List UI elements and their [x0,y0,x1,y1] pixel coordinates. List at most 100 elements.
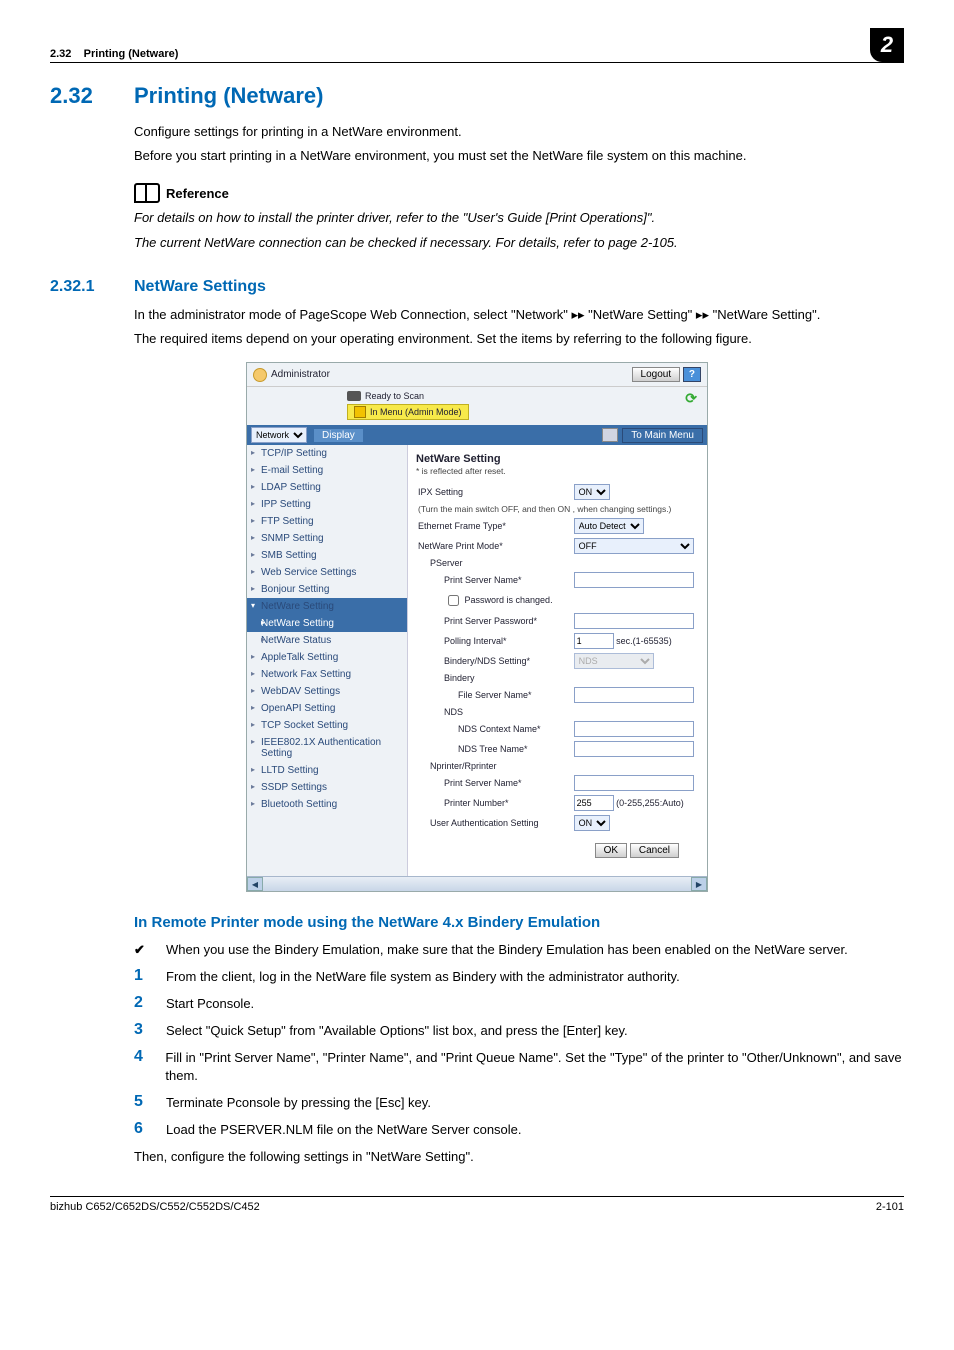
nav-openapi[interactable]: OpenAPI Setting [247,700,407,717]
user-icon [253,368,267,382]
nav-webservice[interactable]: Web Service Settings [247,564,407,581]
hint-polling: sec.(1-65535) [616,636,672,646]
footer-page: 2-101 [876,1201,904,1213]
label-ps-name: Print Server Name* [416,570,572,590]
logout-button[interactable]: Logout [632,367,681,382]
select-user-auth[interactable]: ON [574,815,610,831]
nav-netware-setting[interactable]: NetWare Setting [247,615,407,632]
nav-bluetooth[interactable]: Bluetooth Setting [247,796,407,813]
subsection-heading: 2.32.1 NetWare Settings [50,278,904,296]
to-main-menu-button[interactable]: To Main Menu [622,428,703,443]
reference-label: Reference [166,186,229,201]
input-ps-name2[interactable] [574,775,694,791]
label-user-auth: User Authentication Setting [416,813,572,833]
input-printer-number[interactable] [574,795,614,811]
step-number: 2 [134,995,148,1014]
label-printer-number: Printer Number* [416,793,572,813]
cancel-button[interactable]: Cancel [630,843,679,858]
nav-ieee8021x[interactable]: IEEE802.1X Authentication Setting [247,734,407,762]
hint-printer-number: (0-255,255:Auto) [616,798,684,808]
step-number: 6 [134,1121,148,1140]
step-4-text: Fill in "Print Server Name", "Printer Na… [165,1049,904,1087]
procedure-heading: In Remote Printer mode using the NetWare… [134,914,904,931]
refresh-icon[interactable]: ⟳ [685,390,697,407]
label-ps-name2: Print Server Name* [416,773,572,793]
embedded-screenshot: Administrator Logout ? Ready to Scan In … [246,362,708,892]
nav-smb[interactable]: SMB Setting [247,547,407,564]
label-bindery-nds: Bindery/NDS Setting* [416,651,572,671]
printer-icon [347,391,361,401]
help-button[interactable]: ? [683,367,701,382]
hint-ipx: (Turn the main switch OFF, and then ON ,… [416,502,699,516]
step-1-text: From the client, log in the NetWare file… [166,968,680,987]
sub-intro-p2: The required items depend on your operat… [134,330,904,348]
ok-button[interactable]: OK [595,843,627,858]
precondition-text: When you use the Bindery Emulation, make… [166,941,848,960]
label-print-mode: NetWare Print Mode* [416,536,572,556]
scroll-right-icon[interactable]: ▶ [691,877,707,891]
reference-icon [134,183,160,203]
section-select[interactable]: Network [251,427,307,443]
nav-ftp[interactable]: FTP Setting [247,513,407,530]
section-number: 2.32 [50,83,110,109]
nav-bonjour[interactable]: Bonjour Setting [247,581,407,598]
sidebar-nav: TCP/IP Setting E-mail Setting LDAP Setti… [247,445,408,876]
horizontal-scrollbar[interactable]: ◀ ▶ [247,876,707,891]
select-ipx[interactable]: ON [574,484,610,500]
input-ps-name[interactable] [574,572,694,588]
step-number: 3 [134,1022,148,1041]
nav-tcpsocket[interactable]: TCP Socket Setting [247,717,407,734]
input-ps-password[interactable] [574,613,694,629]
step-number: 4 [134,1049,147,1087]
label-fs-name: File Server Name* [416,685,572,705]
nav-email[interactable]: E-mail Setting [247,462,407,479]
reference-line2: The current NetWare connection can be ch… [134,234,904,252]
footer-model: bizhub C652/C652DS/C552/C552DS/C452 [50,1201,876,1213]
label-polling: Polling Interval* [416,631,572,651]
section-title: Printing (Netware) [134,83,323,109]
label-nds-tree: NDS Tree Name* [416,739,572,759]
label-nprinter: Nprinter/Rprinter [416,759,699,773]
input-nds-tree[interactable] [574,741,694,757]
nav-appletalk[interactable]: AppleTalk Setting [247,649,407,666]
select-print-mode[interactable]: OFF [574,538,694,554]
step-6-text: Load the PSERVER.NLM file on the NetWare… [166,1121,522,1140]
input-polling[interactable] [574,633,614,649]
chapter-badge: 2 [870,28,904,62]
intro-p2: Before you start printing in a NetWare e… [134,147,904,165]
input-fs-name[interactable] [574,687,694,703]
form-panel: NetWare Setting * is reflected after res… [408,445,707,876]
display-button[interactable]: Display [313,428,364,443]
nav-netware-status[interactable]: NetWare Status [247,632,407,649]
checkmark-icon: ✔ [134,941,148,960]
label-eth-frame: Ethernet Frame Type* [416,516,572,536]
intro-p1: Configure settings for printing in a Net… [134,123,904,141]
nav-tcpip[interactable]: TCP/IP Setting [247,445,407,462]
label-password-changed: Password is changed. [465,595,553,605]
nav-ssdp[interactable]: SSDP Settings [247,779,407,796]
scroll-left-icon[interactable]: ◀ [247,877,263,891]
main-menu-icon [602,428,618,442]
nav-ldap[interactable]: LDAP Setting [247,479,407,496]
step-5-text: Terminate Pconsole by pressing the [Esc]… [166,1094,431,1113]
nav-netware[interactable]: NetWare Setting [247,598,407,615]
nav-webdav[interactable]: WebDAV Settings [247,683,407,700]
form-note: * is reflected after reset. [416,466,699,476]
input-nds-context[interactable] [574,721,694,737]
header-section-name: Printing (Netware) [84,48,179,60]
nav-snmp[interactable]: SNMP Setting [247,530,407,547]
step-3-text: Select "Quick Setup" from "Available Opt… [166,1022,628,1041]
nav-ipp[interactable]: IPP Setting [247,496,407,513]
nav-networkfax[interactable]: Network Fax Setting [247,666,407,683]
sub-intro-p1: In the administrator mode of PageScope W… [134,306,904,324]
status-ready: Ready to Scan [365,391,424,401]
label-nds-context: NDS Context Name* [416,719,572,739]
nav-lltd[interactable]: LLTD Setting [247,762,407,779]
label-pserver: PServer [416,556,699,570]
checkbox-password-changed[interactable] [448,595,459,606]
select-bindery-nds: NDS [574,653,654,669]
select-eth-frame[interactable]: Auto Detect [574,518,644,534]
section-heading: 2.32 Printing (Netware) [50,83,904,109]
warning-icon [354,406,366,418]
step-number: 1 [134,968,148,987]
